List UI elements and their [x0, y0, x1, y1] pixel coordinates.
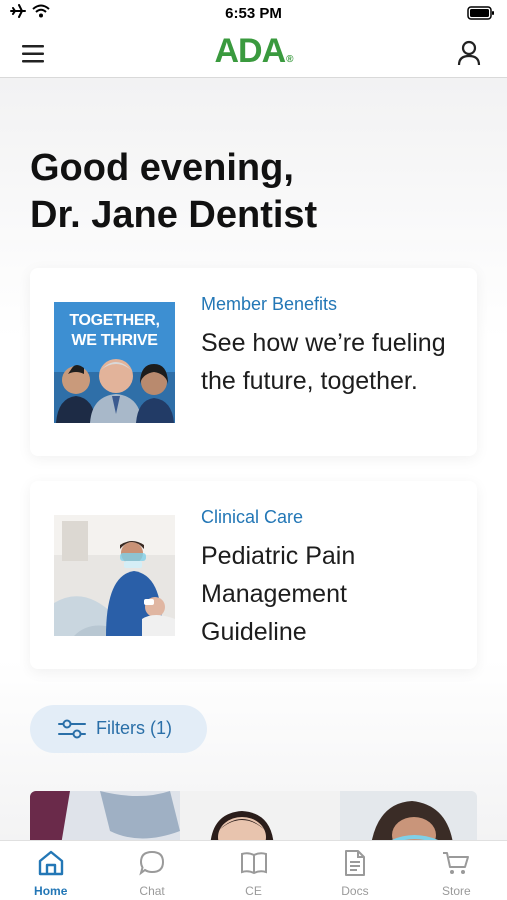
tab-home[interactable]: Home: [0, 841, 101, 900]
profile-button[interactable]: [453, 37, 485, 69]
tab-store[interactable]: Store: [406, 841, 507, 900]
card-thumbnail: [54, 515, 175, 636]
sliders-icon: [58, 719, 86, 739]
tab-chat[interactable]: Chat: [101, 841, 202, 900]
logo-text: ADA: [214, 32, 286, 70]
tab-bar: Home Chat CE Docs Store: [0, 840, 507, 900]
user-icon: [457, 40, 481, 66]
battery-icon: [467, 6, 495, 25]
tab-label: Home: [34, 884, 68, 898]
home-feed[interactable]: Good evening, Dr. Jane Dentist TOGETHER,…: [0, 79, 507, 840]
cart-icon: [443, 852, 470, 874]
feed-item-image: [30, 791, 477, 840]
member-benefits-card[interactable]: TOGETHER, WE THRIVE Member Benefits See …: [30, 268, 477, 456]
greeting-line-1: Good evening,: [30, 147, 294, 189]
tab-ce[interactable]: CE: [203, 841, 304, 900]
document-icon: [344, 850, 365, 876]
feed-item-preview[interactable]: [30, 791, 477, 840]
ada-logo: ADA®: [0, 32, 507, 71]
logo-registered-mark: ®: [286, 54, 293, 65]
together-we-thrive-image: TOGETHER, WE THRIVE: [54, 302, 175, 423]
image-caption-line-2: WE THRIVE: [71, 332, 158, 349]
tab-docs[interactable]: Docs: [304, 841, 405, 900]
tab-label: Chat: [139, 884, 165, 898]
image-caption-line-1: TOGETHER,: [69, 312, 160, 329]
filters-button[interactable]: Filters (1): [30, 705, 207, 753]
card-thumbnail: TOGETHER, WE THRIVE: [54, 302, 175, 423]
tab-label: CE: [245, 884, 262, 898]
nav-bar: ADA®: [0, 28, 507, 78]
dental-exam-image: [54, 515, 175, 636]
chat-icon: [139, 850, 165, 876]
card-category: Member Benefits: [201, 294, 338, 314]
filters-label: Filters (1): [96, 718, 172, 738]
status-bar: 6:53 PM: [0, 0, 507, 28]
tab-label: Docs: [341, 884, 369, 898]
image-caption: TOGETHER, WE THRIVE: [54, 311, 175, 351]
card-title: See how we’re fueling the future, togeth…: [201, 329, 446, 395]
greeting-line-2: Dr. Jane Dentist: [30, 194, 318, 236]
status-time: 6:53 PM: [225, 5, 282, 22]
tab-label: Store: [441, 884, 471, 898]
clinical-care-card[interactable]: Clinical Care Pediatric Pain Management …: [30, 481, 477, 669]
greeting: Good evening, Dr. Jane Dentist: [30, 145, 480, 239]
card-title: Pediatric Pain Management Guideline: [201, 542, 356, 646]
card-category: Clinical Care: [201, 507, 304, 527]
book-icon: [240, 852, 267, 875]
home-icon: [38, 850, 63, 876]
